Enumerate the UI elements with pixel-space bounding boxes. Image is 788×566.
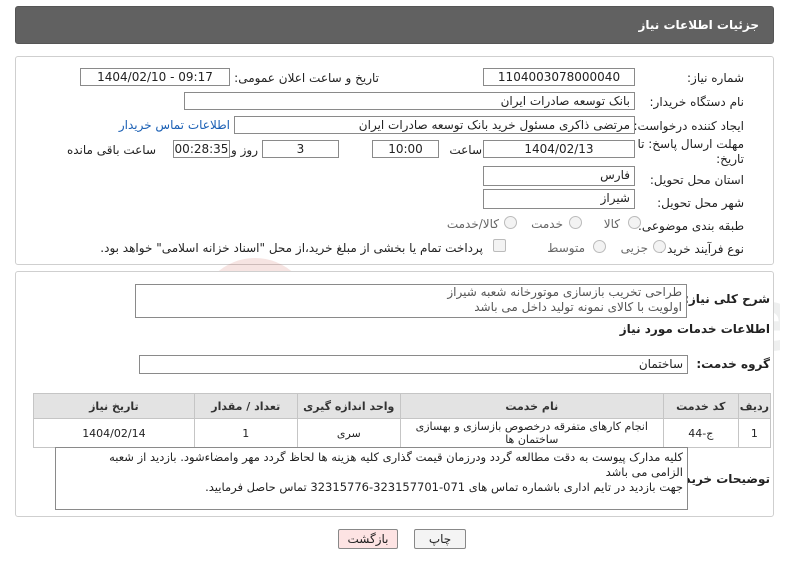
col-unit: واحد اندازه گیری: [296, 393, 401, 419]
col-service-name: نام خدمت: [399, 393, 664, 419]
buyer-notes-line-1: کلیه مدارک پیوست به دقت مطالعه گردد ودرز…: [109, 450, 683, 464]
cell-service-code: ج-44: [662, 418, 739, 448]
buyer-notes-field[interactable]: کلیه مدارک پیوست به دقت مطالعه گردد ودرز…: [55, 447, 688, 510]
print-button[interactable]: چاپ: [414, 529, 466, 549]
category-goods-label: کالا: [603, 217, 620, 231]
process-minor-label: جزیی: [620, 241, 648, 255]
service-group-field[interactable]: ساختمان: [139, 355, 688, 374]
treasury-payment-note: پرداخت تمام یا بخشی از مبلغ خرید،از محل …: [100, 241, 483, 255]
category-service-label: خدمت: [531, 217, 563, 231]
summary-field[interactable]: طراحی تخریب بازسازی موتورخانه شعبه شیراز…: [135, 284, 687, 318]
process-medium-label: متوسط: [547, 241, 585, 255]
deadline-label: مهلت ارسال پاسخ: تا: [637, 137, 744, 151]
need-number-field[interactable]: 1104003078000040: [483, 68, 635, 86]
service-group-label: گروه خدمت:: [696, 357, 770, 371]
services-section-title: اطلاعات خدمات مورد نیاز: [619, 322, 770, 336]
services-table-header: ردیف کد خدمت نام خدمت واحد اندازه گیری ت…: [33, 393, 772, 419]
col-service-code: کد خدمت: [662, 393, 739, 419]
need-info-panel: [15, 56, 774, 265]
col-quantity: تعداد / مقدار: [193, 393, 298, 419]
process-medium-radio[interactable]: [593, 240, 606, 253]
treasury-payment-checkbox[interactable]: [493, 239, 506, 252]
cell-need-date: 1404/02/14: [33, 418, 195, 448]
deadline-hour-label: ساعت: [449, 143, 482, 157]
cell-service-name: انجام کارهای متفرقه درخصوص بازسازی و بهس…: [399, 418, 664, 448]
col-need-date: تاریخ نیاز: [33, 393, 195, 419]
city-field[interactable]: شیراز: [483, 189, 635, 209]
category-goods-radio[interactable]: [628, 216, 641, 229]
buyer-notes-line-3: جهت بازدید در تایم اداری باشماره تماس ها…: [205, 480, 683, 494]
buyer-org-label: نام دستگاه خریدار:: [649, 95, 745, 109]
process-minor-radio[interactable]: [653, 240, 666, 253]
requester-label: ایجاد کننده درخواست:: [633, 119, 744, 133]
announce-label: تاریخ و ساعت اعلان عمومی:: [234, 71, 379, 85]
process-label: نوع فرآیند خرید :: [659, 242, 744, 256]
deadline-date-label: تاریخ:: [716, 152, 744, 166]
page-header: جزئیات اطلاعات نیاز: [15, 6, 774, 44]
requester-field[interactable]: مرتضی ذاکری مسئول خرید بانک توسعه صادرات…: [234, 116, 635, 134]
remaining-label: ساعت باقی مانده: [66, 143, 156, 157]
city-label: شهر محل تحویل:: [657, 196, 744, 210]
contact-info-link[interactable]: اطلاعات تماس خریدار: [119, 118, 230, 132]
province-field[interactable]: فارس: [483, 166, 635, 186]
cell-row-number: 1: [737, 418, 772, 448]
buyer-notes-line-2: الزامی می باشد: [605, 465, 683, 479]
deadline-date-field[interactable]: 1404/02/13: [483, 140, 635, 158]
province-label: استان محل تحویل:: [649, 173, 744, 187]
need-number-label: شماره نیاز:: [687, 71, 744, 85]
page-title: جزئیات اطلاعات نیاز: [638, 18, 759, 32]
summary-label: شرح کلی نیاز:: [684, 292, 770, 306]
category-both-label: کالا/خدمت: [446, 217, 499, 231]
services-table: ردیف کد خدمت نام خدمت واحد اندازه گیری ت…: [33, 393, 772, 448]
category-service-radio[interactable]: [569, 216, 582, 229]
remaining-time-field[interactable]: 00:28:35: [173, 140, 230, 158]
summary-line-2: اولویت با کالای نمونه تولید داخل می باشد: [474, 300, 682, 314]
table-row[interactable]: 1 ج-44 انجام کارهای متفرقه درخصوص بازساز…: [33, 418, 772, 448]
announce-field[interactable]: 1404/02/10 - 09:17: [80, 68, 230, 86]
cell-unit: سری: [296, 418, 401, 448]
buyer-org-field[interactable]: بانک توسعه صادرات ایران: [184, 92, 635, 110]
days-field[interactable]: 3: [262, 140, 339, 158]
category-both-radio[interactable]: [504, 216, 517, 229]
back-button[interactable]: بازگشت: [338, 529, 398, 549]
deadline-hour-field[interactable]: 10:00: [372, 140, 439, 158]
col-row-number: ردیف: [737, 393, 772, 419]
category-label: طبقه بندی موضوعی:: [637, 219, 744, 233]
day-label: روز و: [231, 143, 258, 157]
summary-line-1: طراحی تخریب بازسازی موتورخانه شعبه شیراز: [447, 285, 682, 299]
cell-quantity: 1: [193, 418, 298, 448]
